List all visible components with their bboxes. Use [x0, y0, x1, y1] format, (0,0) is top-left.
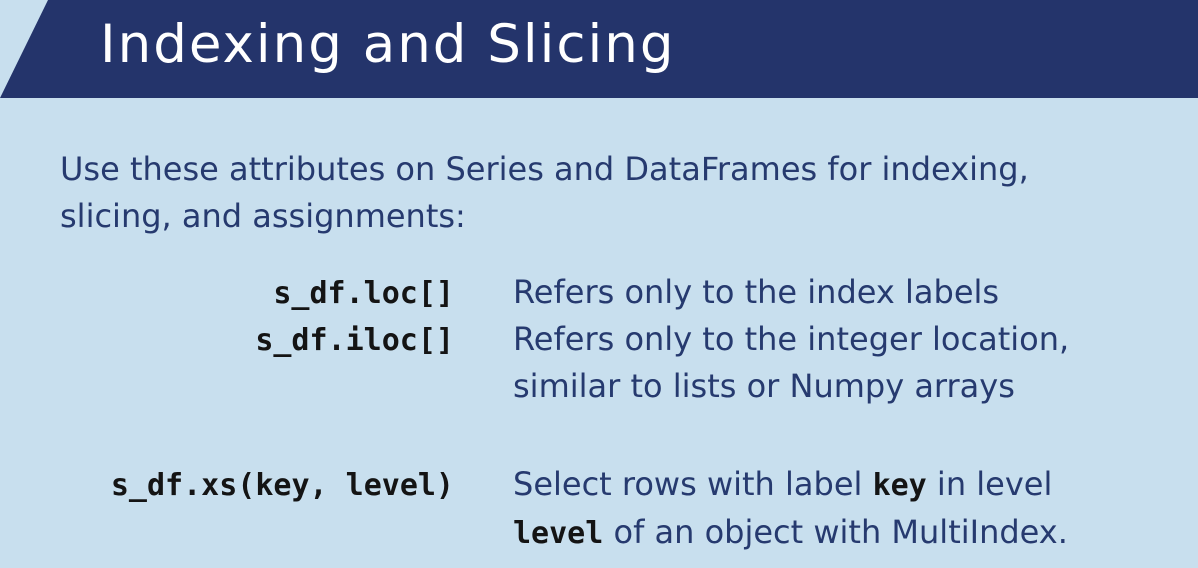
- desc-loc: Refers only to the index labels: [513, 269, 1193, 316]
- keyword-key: key: [872, 468, 927, 503]
- desc-xs-line-1-pre: Select rows with label: [513, 465, 873, 503]
- desc-xs-line-1-post: in level: [926, 465, 1053, 503]
- desc-iloc: Refers only to the integer location, sim…: [513, 316, 1193, 410]
- intro-line-2: slicing, and assignments:: [60, 197, 466, 235]
- code-iloc: s_df.iloc[]: [255, 323, 454, 358]
- desc-xs: Select rows with label key in level leve…: [513, 461, 1193, 557]
- desc-xs-line-1: Select rows with label key in level: [513, 461, 1193, 509]
- desc-iloc-line-2: similar to lists or Numpy arrays: [513, 367, 1015, 405]
- code-loc: s_df.loc[]: [273, 276, 454, 311]
- intro-paragraph: Use these attributes on Series and DataF…: [60, 146, 1160, 240]
- code-xs: s_df.xs(key, level): [110, 468, 454, 503]
- slide-title: Indexing and Slicing: [100, 14, 676, 75]
- keyword-level: level: [513, 516, 604, 551]
- desc-xs-line-2-post: of an object with MultiIndex.: [603, 513, 1068, 551]
- desc-iloc-line-1: Refers only to the integer location,: [513, 320, 1070, 358]
- desc-xs-line-2: level of an object with MultiIndex.: [513, 509, 1193, 557]
- intro-line-1: Use these attributes on Series and DataF…: [60, 150, 1029, 188]
- desc-loc-line-1: Refers only to the index labels: [513, 273, 1000, 311]
- title-banner: Indexing and Slicing: [0, 0, 1198, 98]
